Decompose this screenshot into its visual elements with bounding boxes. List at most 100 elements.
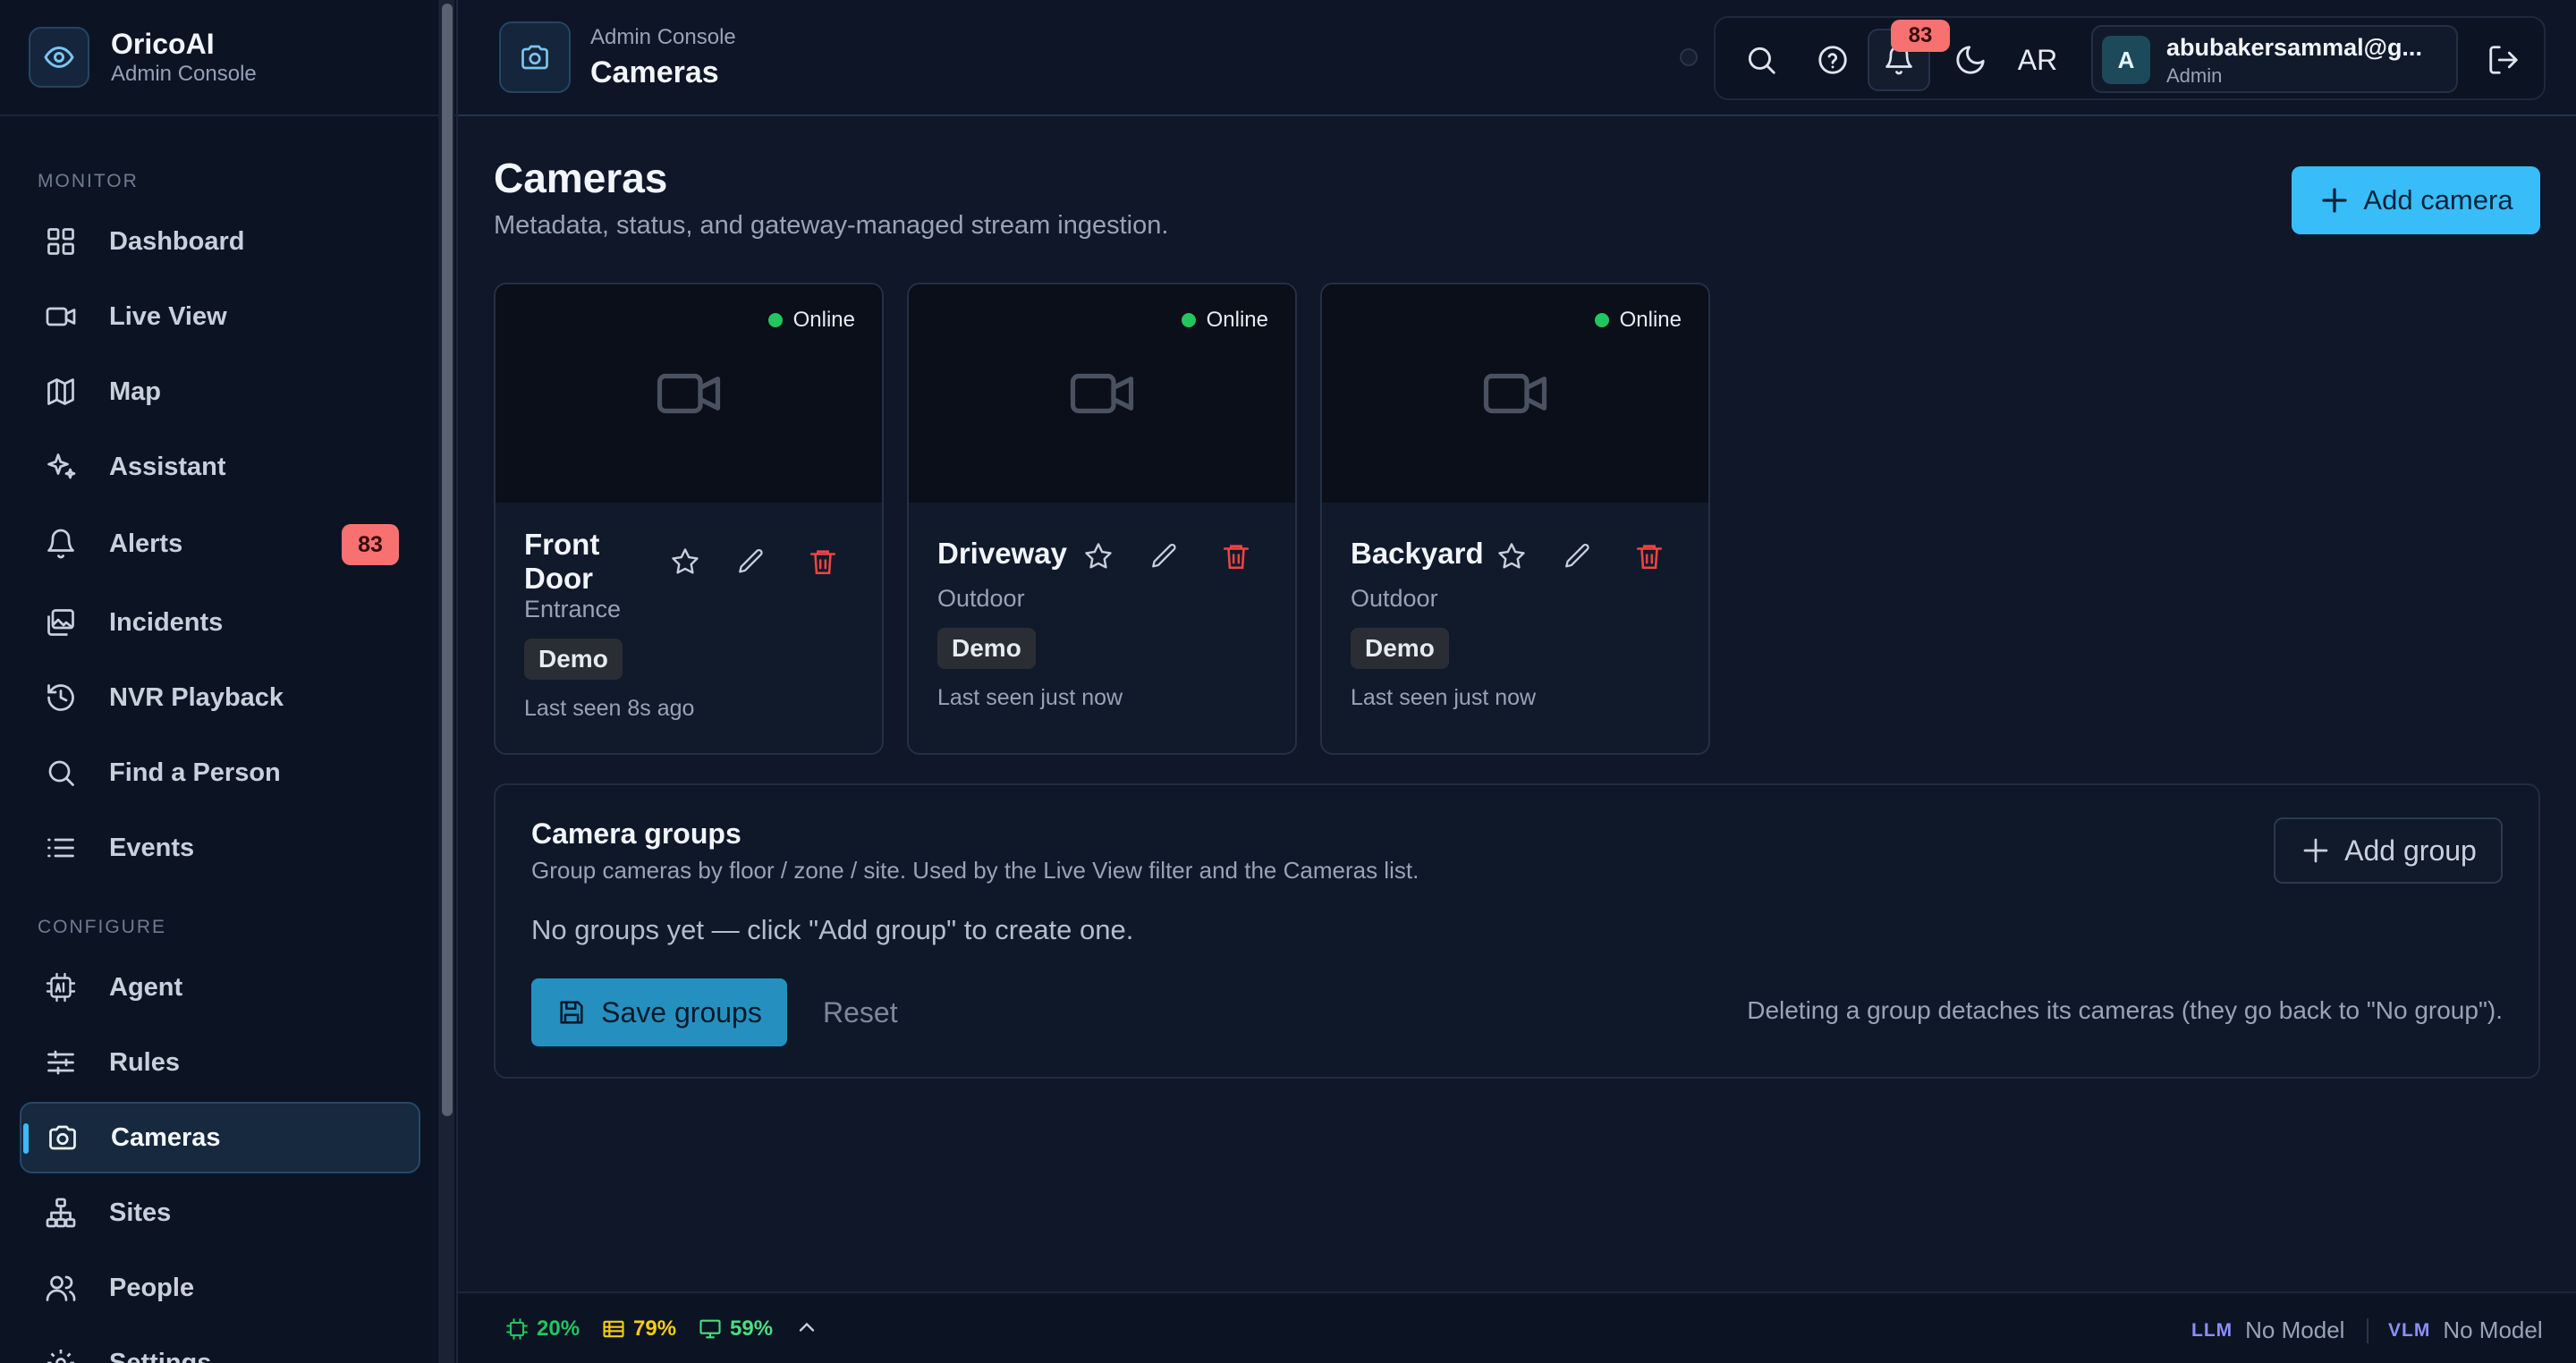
demo-tag: Demo (937, 628, 1036, 669)
sidebar-item-dashboard[interactable]: Dashboard (20, 206, 420, 277)
page-header-title: Cameras (590, 55, 719, 89)
status-badge: Online (1181, 308, 1268, 333)
section-configure: CONFIGURE (38, 917, 166, 937)
favorite-button[interactable] (665, 542, 705, 581)
sidebar-item-events[interactable]: Events (20, 812, 420, 884)
save-groups-button[interactable]: Save groups (531, 978, 787, 1046)
status-label: Online (792, 308, 855, 332)
divider (2367, 1318, 2368, 1343)
sidebar-item-label: Settings (109, 1348, 212, 1363)
add-camera-button[interactable]: Add camera (2292, 166, 2540, 234)
star-icon (1496, 540, 1528, 572)
expand-stats-button[interactable] (794, 1315, 819, 1340)
reset-button[interactable]: Reset (823, 996, 898, 1029)
camera-icon (45, 1120, 80, 1156)
sidebar-item-label: Cameras (111, 1122, 221, 1152)
sidebar-item-find-a-person[interactable]: Find a Person (20, 737, 420, 808)
sidebar-item-live-view[interactable]: Live View (20, 281, 420, 352)
groups-note: Deleting a group detaches its cameras (t… (1747, 996, 2503, 1024)
sidebar-item-assistant[interactable]: Assistant (20, 431, 420, 503)
list-icon (43, 830, 79, 866)
trash-icon (1221, 541, 1251, 571)
llm-key: LLM (2191, 1319, 2233, 1341)
sidebar-item-nvr-playback[interactable]: NVR Playback (20, 662, 420, 733)
page-title: Cameras (494, 155, 668, 201)
sidebar-item-label: Events (109, 833, 195, 862)
breadcrumb: Admin Console (590, 25, 736, 49)
vlm-value: No Model (2443, 1316, 2543, 1343)
edit-button[interactable] (732, 542, 771, 581)
add-group-button[interactable]: Add group (2274, 817, 2503, 884)
network-icon (43, 1195, 79, 1231)
sidebar-item-alerts[interactable]: Alerts 83 (20, 508, 420, 580)
logout-button[interactable] (2472, 29, 2535, 91)
header-toolbar: 83 AR A abubakersammal@g... Admin (1714, 16, 2546, 100)
star-icon (1082, 540, 1114, 572)
groups-empty-message: No groups yet — click "Add group" to cre… (531, 914, 1134, 945)
camera-zone: Outdoor (937, 585, 1025, 612)
delete-button[interactable] (1216, 537, 1256, 576)
camera-icon (499, 21, 571, 93)
logout-icon (2487, 43, 2521, 77)
sidebar-item-label: Sites (109, 1198, 172, 1227)
status-label: Online (1206, 308, 1268, 332)
video-icon (43, 299, 79, 334)
sliders-icon (43, 1045, 79, 1080)
video-camera-icon (1067, 359, 1137, 428)
plus-icon (2300, 834, 2332, 867)
last-seen: Last seen just now (937, 685, 1123, 710)
page-subtitle: Metadata, status, and gateway-managed st… (494, 211, 1169, 240)
camera-card[interactable]: Online Backyard Outdoor Demo Last seen j… (1320, 283, 1710, 755)
save-icon (556, 997, 587, 1028)
camera-card[interactable]: Online Driveway Outdoor Demo Last seen j… (907, 283, 1297, 755)
sidebar-item-map[interactable]: Map (20, 356, 420, 428)
last-seen: Last seen 8s ago (524, 696, 695, 721)
theme-toggle-button[interactable] (1939, 29, 2002, 91)
delete-button[interactable] (803, 542, 843, 581)
groups-title: Camera groups (531, 817, 741, 850)
help-icon (1816, 43, 1850, 77)
camera-card[interactable]: Online Front Door Entrance Demo Last see… (494, 283, 884, 755)
sidebar-item-agent[interactable]: Agent (20, 952, 420, 1023)
gear-icon (43, 1345, 79, 1363)
sidebar-item-label: People (109, 1273, 195, 1302)
memory-value: 79% (633, 1316, 677, 1341)
bell-icon (43, 526, 79, 562)
moon-icon (1953, 43, 1987, 77)
edit-button[interactable] (1145, 537, 1184, 576)
demo-tag: Demo (524, 639, 623, 680)
sidebar-item-rules[interactable]: Rules (20, 1027, 420, 1098)
vlm-key: VLM (2388, 1319, 2431, 1341)
language-toggle[interactable]: AR (2002, 29, 2073, 91)
sidebar-item-label: Assistant (109, 452, 226, 481)
user-email: abubakersammal@g... (2166, 34, 2422, 61)
sidebar-scrollbar-thumb[interactable] (442, 4, 453, 1116)
star-icon (669, 546, 701, 578)
sidebar-item-cameras[interactable]: Cameras (20, 1102, 420, 1173)
connection-status-indicator (1680, 48, 1698, 66)
sidebar-item-incidents[interactable]: Incidents (20, 587, 420, 658)
delete-button[interactable] (1630, 537, 1669, 576)
sidebar-item-label: Rules (109, 1047, 180, 1077)
favorite-button[interactable] (1079, 537, 1118, 576)
camera-name: Front Door (524, 528, 600, 595)
camera-groups-panel: Camera groups Group cameras by floor / z… (494, 783, 2540, 1079)
sidebar-item-settings[interactable]: Settings (20, 1327, 420, 1363)
vlm-status: VLM No Model (2388, 1316, 2543, 1344)
brand[interactable]: OricoAI Admin Console (0, 0, 456, 116)
camera-zone: Entrance (524, 596, 622, 622)
sidebar-item-sites[interactable]: Sites (20, 1177, 420, 1249)
history-icon (43, 680, 79, 715)
sidebar-item-people[interactable]: People (20, 1252, 420, 1324)
monitor-icon (698, 1316, 723, 1342)
sidebar-item-label: NVR Playback (109, 682, 284, 712)
favorite-button[interactable] (1492, 537, 1531, 576)
brand-subtitle: Admin Console (111, 62, 257, 86)
edit-button[interactable] (1558, 537, 1597, 576)
sidebar-item-label: Dashboard (109, 226, 245, 256)
search-button[interactable] (1730, 29, 1792, 91)
sidebar-item-label: Incidents (109, 607, 224, 637)
help-button[interactable] (1801, 29, 1864, 91)
user-menu[interactable]: A abubakersammal@g... Admin (2091, 25, 2458, 93)
pencil-icon (1149, 541, 1180, 571)
